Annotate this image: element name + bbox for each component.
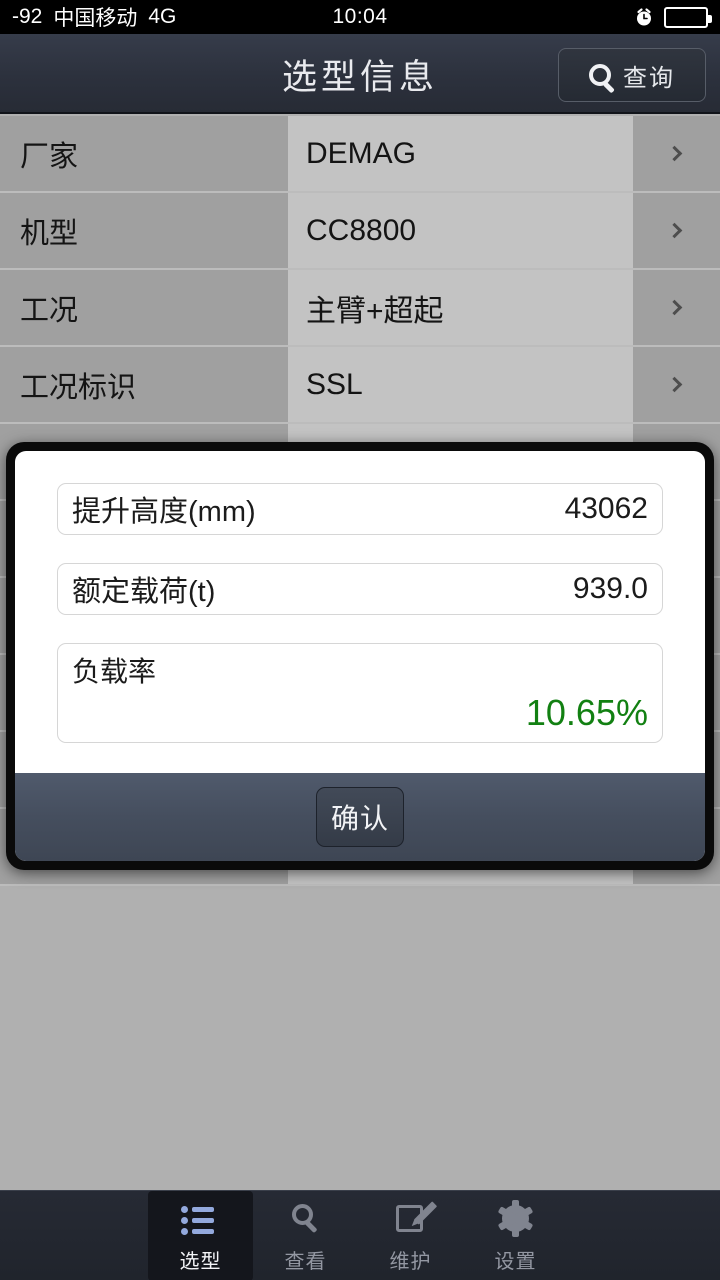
tab-label: 查看 <box>285 1245 327 1274</box>
chevron-right-icon <box>667 223 683 239</box>
app-header: 选型信息 查询 <box>0 34 720 114</box>
row-label: 工况标识 <box>0 347 288 422</box>
edit-icon <box>391 1199 431 1239</box>
search-query-button[interactable]: 查询 <box>558 48 706 102</box>
tab-selection[interactable]: 选型 <box>148 1191 253 1280</box>
dialog-footer: 确认 <box>15 773 705 861</box>
row-label: 机型 <box>0 193 288 268</box>
bottom-tab-bar: 选型 查看 维护 设置 <box>0 1190 720 1280</box>
load-rate-value: 10.65% <box>72 692 648 734</box>
tab-settings[interactable]: 设置 <box>463 1191 568 1280</box>
status-bar-clock: 10:04 <box>0 5 720 29</box>
table-row[interactable]: 工况 主臂+超起 <box>0 270 720 347</box>
load-rate-label: 负载率 <box>72 650 648 690</box>
tab-view[interactable]: 查看 <box>253 1191 358 1280</box>
table-row[interactable]: 工况标识 SSL <box>0 347 720 424</box>
row-disclosure[interactable] <box>633 270 720 345</box>
phone-screen: -92 中国移动 4G 10:04 选型信息 查询 <box>0 0 720 1280</box>
row-value: 主臂+超起 <box>288 270 633 345</box>
row-label: 工况 <box>0 270 288 345</box>
row-value: CC8800 <box>288 193 633 268</box>
search-icon <box>286 1199 326 1239</box>
tab-maintenance[interactable]: 维护 <box>358 1191 463 1280</box>
chevron-right-icon <box>667 146 683 162</box>
tab-label: 设置 <box>495 1245 537 1274</box>
alarm-clock-icon <box>634 7 654 27</box>
row-label: 厂家 <box>0 116 288 191</box>
table-row[interactable]: 机型 CC8800 <box>0 193 720 270</box>
table-row[interactable]: 厂家 DEMAG <box>0 116 720 193</box>
chevron-right-icon <box>667 377 683 393</box>
battery-full-icon <box>664 7 708 28</box>
row-disclosure[interactable] <box>633 193 720 268</box>
row-value: SSL <box>288 347 633 422</box>
lift-height-value: 43062 <box>565 492 648 526</box>
lift-height-field[interactable]: 提升高度(mm) 43062 <box>57 483 663 535</box>
gear-icon <box>496 1199 536 1239</box>
rated-load-label: 额定载荷(t) <box>72 568 215 610</box>
load-rate-field[interactable]: 负载率 10.65% <box>57 643 663 743</box>
search-icon <box>589 64 611 86</box>
rated-load-field[interactable]: 额定载荷(t) 939.0 <box>57 563 663 615</box>
result-dialog: 提升高度(mm) 43062 额定载荷(t) 939.0 负载率 10.65% … <box>6 442 714 870</box>
row-disclosure[interactable] <box>633 347 720 422</box>
rated-load-value: 939.0 <box>573 572 648 606</box>
status-bar: -92 中国移动 4G 10:04 <box>0 0 720 34</box>
chevron-right-icon <box>667 300 683 316</box>
row-disclosure[interactable] <box>633 116 720 191</box>
row-value: DEMAG <box>288 116 633 191</box>
confirm-button[interactable]: 确认 <box>316 787 404 847</box>
search-button-label: 查询 <box>623 58 675 93</box>
lift-height-label: 提升高度(mm) <box>72 488 256 530</box>
list-icon <box>181 1199 221 1239</box>
dialog-panel: 提升高度(mm) 43062 额定载荷(t) 939.0 负载率 10.65% … <box>15 451 705 861</box>
tab-label: 选型 <box>180 1245 222 1274</box>
tab-label: 维护 <box>390 1245 432 1274</box>
dialog-body: 提升高度(mm) 43062 额定载荷(t) 939.0 负载率 10.65% <box>15 451 705 773</box>
status-bar-right <box>634 7 708 28</box>
